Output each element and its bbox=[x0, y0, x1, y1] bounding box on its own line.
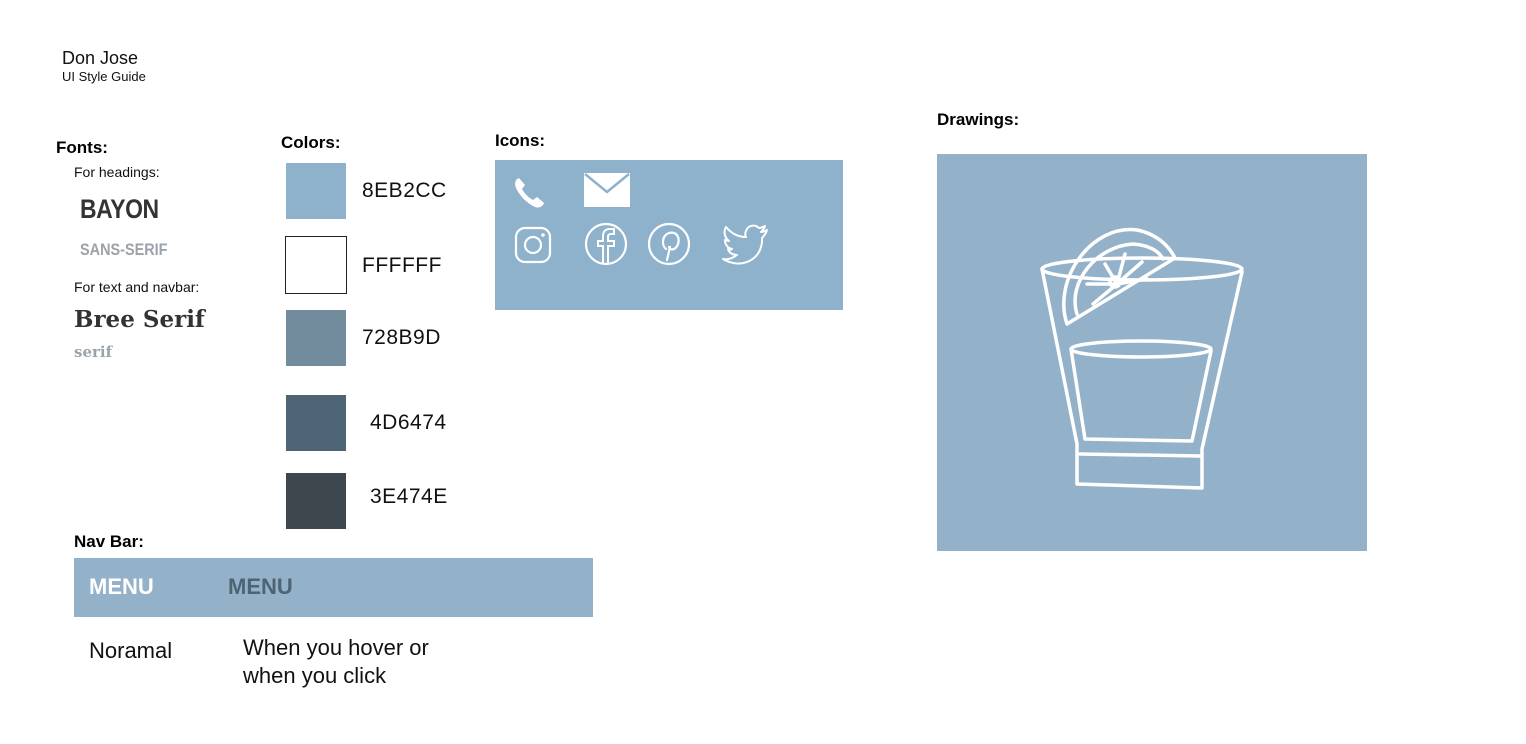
heading-font-family: SANS-SERIF bbox=[80, 240, 168, 259]
navbar-sample: MENU MENU bbox=[74, 558, 593, 617]
color-swatch bbox=[286, 395, 346, 451]
nav-hover-caption-line2: when you click bbox=[243, 663, 387, 688]
for-text-label: For text and navbar: bbox=[74, 279, 200, 295]
phone-icon[interactable] bbox=[511, 175, 547, 211]
page-subtitle: UI Style Guide bbox=[62, 69, 146, 84]
nav-hover-caption: When you hover or when you click bbox=[243, 634, 429, 690]
fonts-heading: Fonts: bbox=[56, 138, 108, 157]
pinterest-icon[interactable] bbox=[647, 222, 691, 266]
drawings-heading: Drawings: bbox=[937, 110, 1020, 129]
color-code: 3E474E bbox=[370, 485, 448, 508]
tequila-glass-drawing bbox=[1040, 227, 1244, 490]
twitter-icon[interactable] bbox=[721, 224, 771, 266]
instagram-icon[interactable] bbox=[513, 225, 553, 265]
nav-menu-hover[interactable]: MENU bbox=[228, 574, 293, 600]
color-code: 728B9D bbox=[362, 326, 441, 349]
color-swatch bbox=[286, 473, 346, 529]
icons-panel bbox=[495, 160, 843, 310]
heading-font-sample: BAYON bbox=[80, 194, 159, 224]
navbar-heading: Nav Bar: bbox=[74, 532, 144, 551]
text-font-sample: Bree Serif bbox=[74, 306, 205, 333]
for-headings-label: For headings: bbox=[74, 164, 160, 180]
drawing-panel bbox=[937, 154, 1367, 551]
icons-heading: Icons: bbox=[495, 131, 546, 150]
page-title: Don Jose bbox=[62, 48, 139, 68]
color-swatch bbox=[286, 310, 346, 366]
text-font-family: serif bbox=[74, 343, 113, 361]
color-swatch bbox=[285, 236, 347, 294]
nav-hover-caption-line1: When you hover or bbox=[243, 635, 429, 660]
nav-menu-normal[interactable]: MENU bbox=[89, 574, 154, 600]
facebook-icon[interactable] bbox=[584, 222, 628, 266]
color-code: FFFFFF bbox=[362, 254, 442, 277]
color-swatch bbox=[286, 163, 346, 219]
color-code: 4D6474 bbox=[370, 411, 447, 434]
color-code: 8EB2CC bbox=[362, 179, 447, 202]
nav-normal-caption: Noramal bbox=[89, 638, 173, 663]
colors-heading: Colors: bbox=[281, 133, 341, 152]
mail-icon[interactable] bbox=[583, 172, 631, 208]
